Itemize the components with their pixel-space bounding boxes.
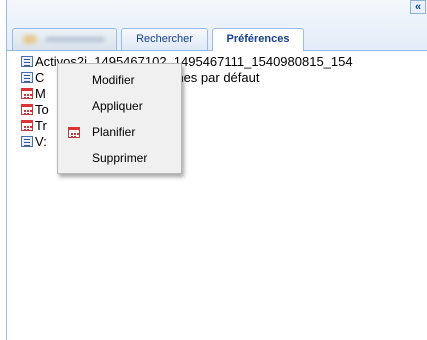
panel-header: « Rechercher Préférences [7,0,427,51]
context-menu: Modifier Appliquer Planifier Supprimer [57,63,182,174]
calendar-icon [21,104,33,115]
blurred-tab-label [45,37,105,42]
tree-item-label: V: [35,134,47,149]
tree-item-label: Clonnes par défaut [35,70,259,86]
tab-preferences[interactable]: Préférences [212,28,304,51]
menu-item-planifier[interactable]: Planifier [58,121,181,143]
menu-item-appliquer[interactable]: Appliquer [58,95,181,117]
tree-item-label: Tr [35,118,47,133]
tab-blurred[interactable] [12,28,117,50]
menu-item-label: Appliquer [92,99,143,113]
tree-item-label-start: C [35,70,45,85]
calendar-icon [21,120,33,131]
list-icon [21,56,33,67]
menu-item-label: Planifier [92,125,136,139]
tree-item-label: To [35,102,49,117]
calendar-icon [21,88,33,99]
menu-item-supprimer[interactable]: Supprimer [58,147,181,169]
menu-item-modifier[interactable]: Modifier [58,69,181,91]
tab-rechercher[interactable]: Rechercher [121,28,208,50]
menu-item-label: Modifier [92,73,135,87]
blurred-tab-icon [23,35,37,44]
calendar-icon [68,127,80,138]
list-icon [21,136,33,147]
collapse-panel-button[interactable]: « [410,0,426,14]
menu-item-label: Supprimer [92,151,148,165]
list-icon [21,72,33,83]
tree-item-label: M [35,86,46,101]
